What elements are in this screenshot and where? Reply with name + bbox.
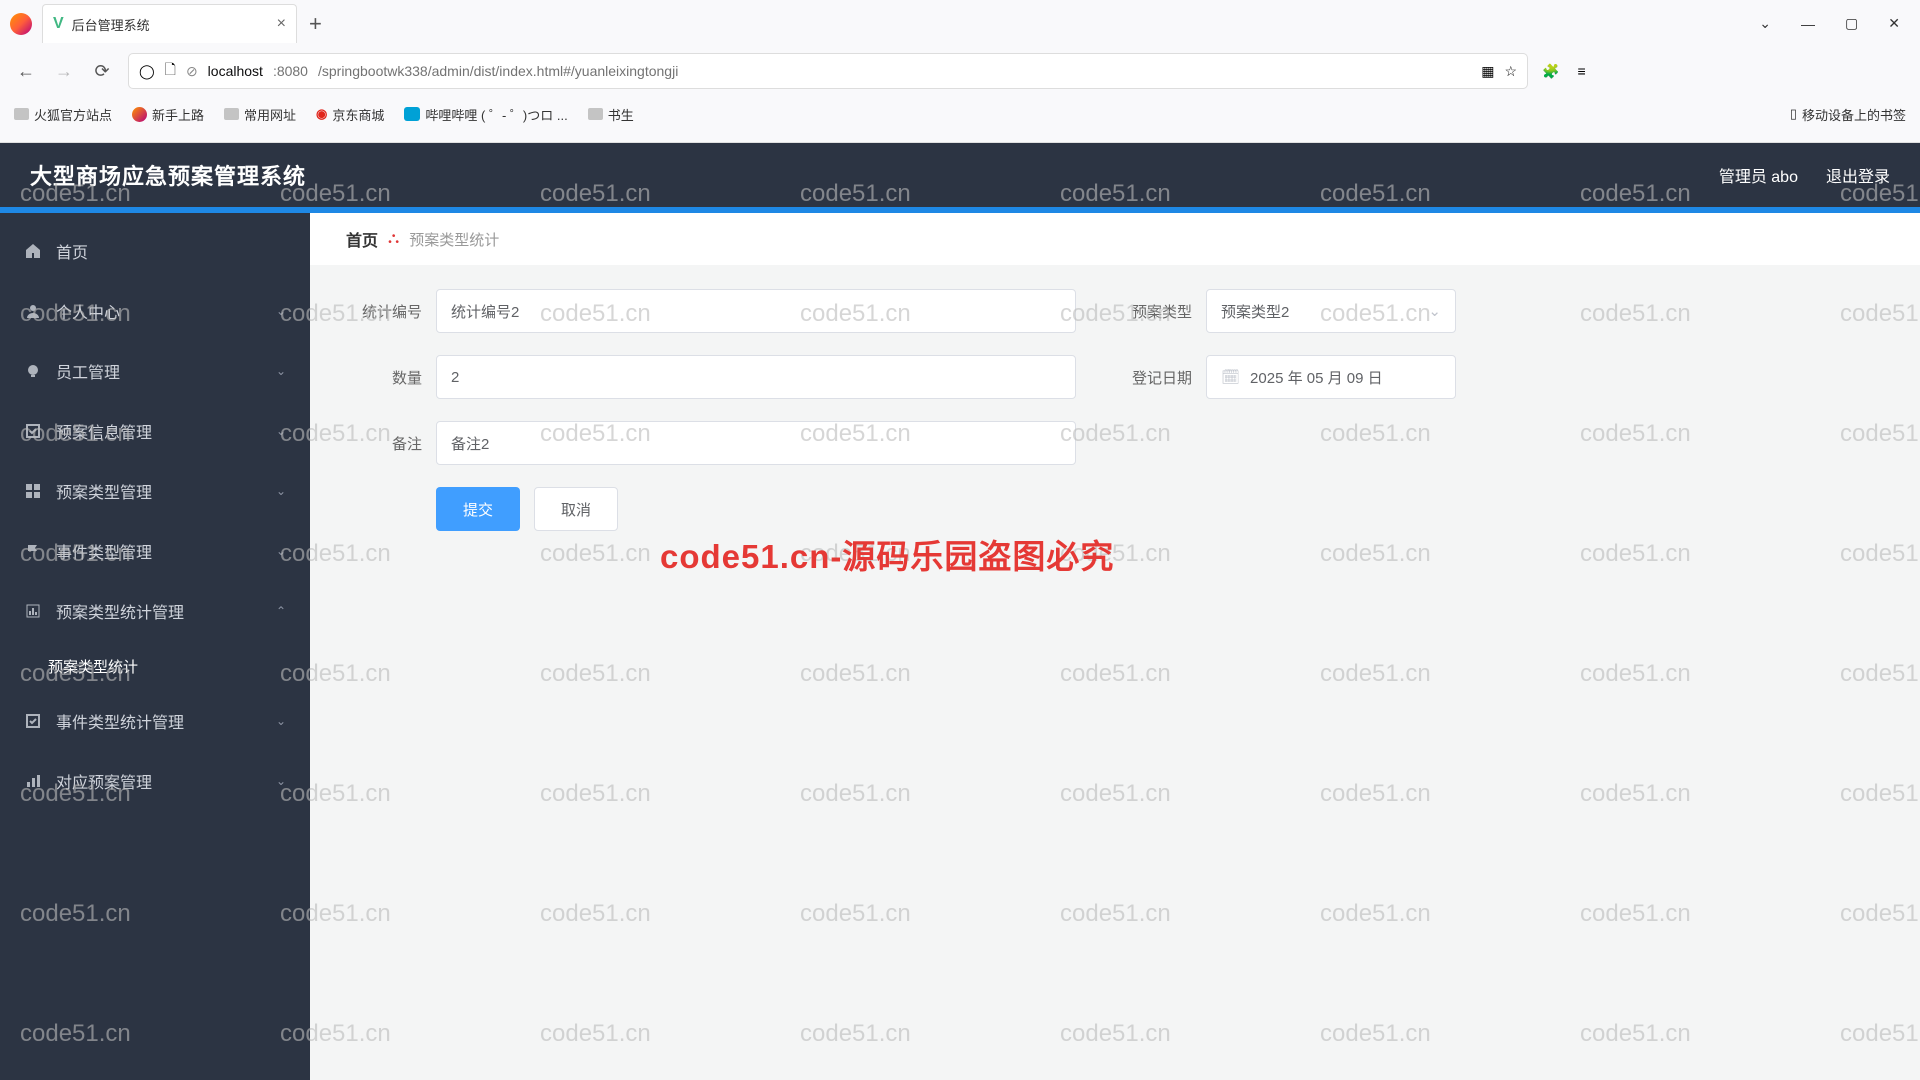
chevron-up-icon: ⌃ xyxy=(276,604,286,618)
tab-bar: V 后台管理系统 × + ⌄ — ▢ ✕ xyxy=(0,0,1920,47)
chevron-down-icon: ⌄ xyxy=(276,714,286,728)
mobile-bookmarks[interactable]: ▯移动设备上的书签 xyxy=(1790,105,1906,124)
maximize-icon[interactable]: ▢ xyxy=(1845,15,1858,32)
bars-icon xyxy=(24,772,42,790)
form: 统计编号 预案类型 预案类型2 ⌄ 数量 xyxy=(310,265,1920,555)
check-icon xyxy=(24,422,42,440)
bulb-icon xyxy=(24,362,42,380)
sidebar-subitem-plan-stats[interactable]: 预案类型统计 xyxy=(0,641,310,691)
bookmarks-bar: 火狐官方站点 新手上路 常用网址 ◉京东商城 哔哩哔哩 ( ゜- ゜)つロ ..… xyxy=(0,95,1920,133)
bookmark-star-icon[interactable]: ☆ xyxy=(1504,63,1517,80)
url-host: localhost xyxy=(208,63,263,79)
qty-input[interactable] xyxy=(436,355,1076,399)
label-stat-no: 统计编号 xyxy=(346,301,436,322)
chevron-down-icon: ⌄ xyxy=(1428,302,1441,320)
folder-icon xyxy=(224,108,239,120)
close-window-icon[interactable]: ✕ xyxy=(1888,15,1900,32)
sidebar-item-home[interactable]: 首页 xyxy=(0,221,310,281)
breadcrumb-sep-icon: ⛬ xyxy=(388,230,399,248)
address-bar: ← → ⟳ ◯ 🗋 ⊘ localhost :8080/springbootwk3… xyxy=(0,47,1920,95)
chevron-down-icon: ⌄ xyxy=(276,774,286,788)
connection-icon: ⊘ xyxy=(186,63,198,80)
chevron-down-icon: ⌄ xyxy=(276,364,286,378)
logout-link[interactable]: 退出登录 xyxy=(1826,163,1890,187)
forward-button[interactable]: → xyxy=(52,59,76,83)
calendar-icon: 🗓 xyxy=(1221,368,1240,386)
sidebar-item-plan-info[interactable]: 预案信息管理 ⌄ xyxy=(0,401,310,461)
sidebar-item-event-type[interactable]: 事件类型管理 ⌄ xyxy=(0,521,310,581)
sidebar-item-staff[interactable]: 员工管理 ⌄ xyxy=(0,341,310,401)
reload-button[interactable]: ⟳ xyxy=(90,59,114,83)
admin-label[interactable]: 管理员 abo xyxy=(1719,163,1798,187)
plan-type-select[interactable]: 预案类型2 ⌄ xyxy=(1206,289,1456,333)
bookmark-item[interactable]: 常用网址 xyxy=(224,105,296,124)
bookmark-item[interactable]: 新手上路 xyxy=(132,105,204,124)
window-controls: ⌄ — ▢ ✕ xyxy=(1759,15,1920,32)
shield-icon[interactable]: ◯ xyxy=(139,63,155,80)
app-header: 大型商场应急预案管理系统 管理员 abo 退出登录 xyxy=(0,143,1920,207)
sidebar-item-event-type-stats[interactable]: 事件类型统计管理 ⌄ xyxy=(0,691,310,751)
main-content: 首页 ⛬ 预案类型统计 统计编号 预案类型 预案类型2 ⌄ xyxy=(310,213,1920,1080)
user-icon xyxy=(24,302,42,320)
label-qty: 数量 xyxy=(346,367,436,388)
mobile-icon: ▯ xyxy=(1790,106,1797,122)
back-button[interactable]: ← xyxy=(14,59,38,83)
reg-date-input[interactable]: 🗓 2025 年 05 月 09 日 xyxy=(1206,355,1456,399)
reg-date-value: 2025 年 05 月 09 日 xyxy=(1250,367,1383,388)
label-plan-type: 预案类型 xyxy=(1116,301,1206,322)
bookmark-item[interactable]: 火狐官方站点 xyxy=(14,105,112,124)
minimize-icon[interactable]: — xyxy=(1801,16,1815,32)
tabs-dropdown-icon[interactable]: ⌄ xyxy=(1759,15,1771,32)
chart-icon xyxy=(24,602,42,620)
tab-close-icon[interactable]: × xyxy=(277,15,286,33)
url-path: /springbootwk338/admin/dist/index.html#/… xyxy=(318,63,678,79)
bookmark-item[interactable]: 哔哩哔哩 ( ゜- ゜)つロ ... xyxy=(404,105,567,124)
remark-input[interactable] xyxy=(436,421,1076,465)
tab-title: 后台管理系统 xyxy=(72,15,269,34)
chevron-down-icon: ⌄ xyxy=(276,304,286,318)
flag-icon xyxy=(24,542,42,560)
bookmark-item[interactable]: 书生 xyxy=(588,105,634,124)
chevron-down-icon: ⌄ xyxy=(276,484,286,498)
chevron-down-icon: ⌄ xyxy=(276,424,286,438)
folder-icon xyxy=(14,108,29,120)
sidebar: 首页 个人中心 ⌄ 员工管理 ⌄ 预案信息管理 ⌄ 预案类型管理 ⌄ xyxy=(0,213,310,1080)
label-remark: 备注 xyxy=(346,433,436,454)
home-icon xyxy=(24,242,42,260)
check-icon xyxy=(24,712,42,730)
sidebar-item-plan-type[interactable]: 预案类型管理 ⌄ xyxy=(0,461,310,521)
watermark-big: code51.cn-源码乐园盗图必究 xyxy=(660,530,1114,578)
url-box[interactable]: ◯ 🗋 ⊘ localhost :8080/springbootwk338/adm… xyxy=(128,53,1528,89)
cancel-button[interactable]: 取消 xyxy=(534,487,618,531)
new-tab-button[interactable]: + xyxy=(309,11,322,37)
plan-type-value: 预案类型2 xyxy=(1221,301,1289,322)
submit-button[interactable]: 提交 xyxy=(436,487,520,531)
chevron-down-icon: ⌄ xyxy=(276,544,286,558)
folder-icon xyxy=(588,108,603,120)
grid-icon xyxy=(24,482,42,500)
browser-chrome: V 后台管理系统 × + ⌄ — ▢ ✕ ← → ⟳ ◯ 🗋 ⊘ localho… xyxy=(0,0,1920,143)
jd-icon: ◉ xyxy=(316,106,327,122)
vue-icon: V xyxy=(53,15,64,33)
browser-tab[interactable]: V 后台管理系统 × xyxy=(42,4,297,43)
bookmark-item[interactable]: ◉京东商城 xyxy=(316,105,384,124)
breadcrumb-current: 预案类型统计 xyxy=(409,229,499,250)
app-root: 大型商场应急预案管理系统 管理员 abo 退出登录 首页 个人中心 ⌄ 员工管理… xyxy=(0,143,1920,1080)
breadcrumb: 首页 ⛬ 预案类型统计 xyxy=(310,213,1920,265)
url-port: :8080 xyxy=(273,63,308,79)
app-title: 大型商场应急预案管理系统 xyxy=(30,159,306,191)
firefox-icon xyxy=(132,107,147,122)
sidebar-item-corresponding-plan[interactable]: 对应预案管理 ⌄ xyxy=(0,751,310,811)
sidebar-item-personal[interactable]: 个人中心 ⌄ xyxy=(0,281,310,341)
label-reg-date: 登记日期 xyxy=(1116,367,1206,388)
site-info-icon[interactable]: 🗋 xyxy=(165,59,176,83)
sidebar-item-plan-type-stats[interactable]: 预案类型统计管理 ⌃ xyxy=(0,581,310,641)
extensions-icon[interactable]: 🧩 xyxy=(1542,63,1559,80)
stat-no-input[interactable] xyxy=(436,289,1076,333)
bilibili-icon xyxy=(404,107,420,121)
firefox-logo-icon xyxy=(10,13,32,35)
app-menu-icon[interactable]: ≡ xyxy=(1577,63,1585,80)
breadcrumb-home[interactable]: 首页 xyxy=(346,227,378,251)
qr-icon[interactable]: ▦ xyxy=(1481,63,1494,80)
